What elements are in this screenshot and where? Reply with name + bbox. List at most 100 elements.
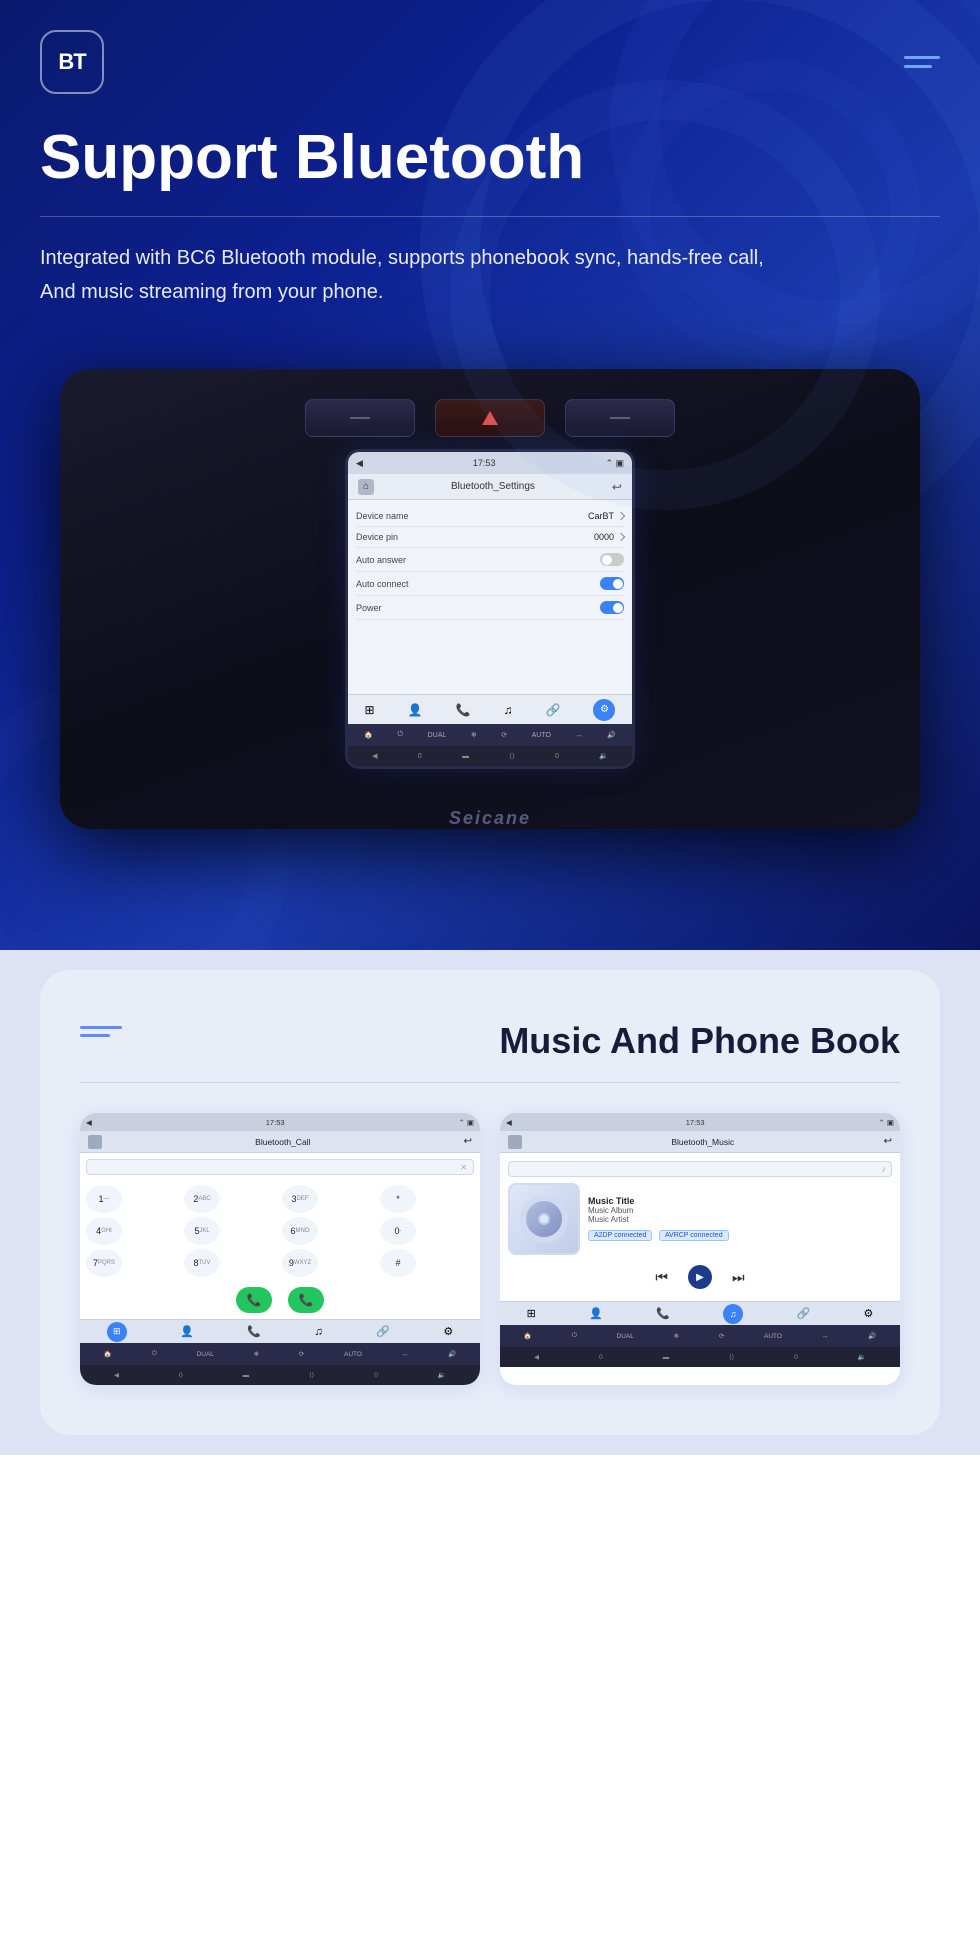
home-icon[interactable]: ⌂ bbox=[358, 479, 374, 495]
c-fan[interactable]: ❄ bbox=[254, 1350, 259, 1358]
key-4[interactable]: 4GHI bbox=[86, 1217, 122, 1245]
nav-settings-active[interactable]: ⚙ bbox=[593, 699, 615, 721]
ac-sync[interactable]: ↔ bbox=[575, 732, 582, 739]
call-ac-controls: ◀ 0 ▬ ⟨⟩ 0 🔉 bbox=[80, 1365, 480, 1385]
c-pwr[interactable]: ⏻ bbox=[152, 1350, 157, 1358]
music-nav: Bluetooth_Music ↩ bbox=[500, 1131, 900, 1153]
music-nav-phone[interactable]: 📞 bbox=[656, 1307, 670, 1320]
ac-mode[interactable]: ⟳ bbox=[501, 731, 507, 739]
auto-connect-toggle[interactable] bbox=[600, 577, 624, 590]
music-search-icon: ♪ bbox=[882, 1164, 887, 1174]
m-fan2[interactable]: ⟨⟩ bbox=[729, 1353, 734, 1361]
key-7[interactable]: 7PQRS bbox=[86, 1249, 122, 1277]
m-pwr[interactable]: ⏻ bbox=[572, 1332, 577, 1340]
key-hash[interactable]: # bbox=[380, 1249, 416, 1277]
c-fan2[interactable]: ⟨⟩ bbox=[309, 1371, 314, 1379]
key-2[interactable]: 2ABC bbox=[184, 1185, 220, 1213]
music-nav-music-active[interactable]: ♫ bbox=[723, 1304, 743, 1324]
device-pin-val[interactable]: 0000 bbox=[594, 532, 624, 542]
call-nav-grid-active[interactable]: ⊞ bbox=[107, 1322, 127, 1342]
ac-temp-l: 0 bbox=[418, 753, 422, 760]
call-input[interactable]: ✕ bbox=[86, 1159, 474, 1175]
nav-music-icon[interactable]: ♫ bbox=[503, 703, 512, 717]
c-home[interactable]: 🏠 bbox=[104, 1350, 112, 1358]
key-3[interactable]: 3DEF bbox=[282, 1185, 318, 1213]
c-mode[interactable]: ⟳ bbox=[299, 1350, 304, 1358]
call-clear-icon[interactable]: ✕ bbox=[460, 1163, 467, 1172]
key-6[interactable]: 6MNO bbox=[282, 1217, 318, 1245]
nav-phone-icon[interactable]: 📞 bbox=[456, 703, 471, 717]
m-fan[interactable]: ❄ bbox=[674, 1332, 679, 1340]
device-name-val[interactable]: CarBT bbox=[588, 511, 624, 521]
call-nav-phone[interactable]: 📞 bbox=[247, 1325, 261, 1338]
music-screen: ◀ 17:53 ⌃ ▣ Bluetooth_Music ↩ ♪ bbox=[500, 1113, 900, 1385]
call-keypad: 1— 2ABC 3DEF * 4GHI 5JKL 6MNO 0- 7PQRS 8… bbox=[80, 1181, 480, 1281]
music-home-icon[interactable] bbox=[508, 1135, 522, 1149]
c-vol[interactable]: 🔊 bbox=[448, 1350, 456, 1358]
m-back[interactable]: ◀ bbox=[534, 1353, 539, 1361]
music-nav-grid[interactable]: ⊞ bbox=[527, 1307, 536, 1320]
next-button[interactable]: ⏭ bbox=[732, 1269, 745, 1286]
c-sync[interactable]: ↔ bbox=[402, 1351, 409, 1358]
ac-fan-ctrl[interactable]: ⟨⟩ bbox=[509, 752, 514, 760]
c-back[interactable]: ◀ bbox=[114, 1371, 119, 1379]
key-9[interactable]: 9WXYZ bbox=[282, 1249, 318, 1277]
key-1[interactable]: 1— bbox=[86, 1185, 122, 1213]
m-sync[interactable]: ↔ bbox=[822, 1333, 829, 1340]
ac-slider[interactable]: ▬ bbox=[462, 753, 469, 760]
m-mode[interactable]: ⟳ bbox=[719, 1332, 724, 1340]
music-search-bar[interactable]: ♪ bbox=[508, 1161, 892, 1177]
music-screen-title: Bluetooth_Music bbox=[671, 1137, 734, 1147]
prev-button[interactable]: ⏮ bbox=[655, 1269, 668, 1286]
call-screen-title: Bluetooth_Call bbox=[255, 1137, 310, 1147]
call-back-icon[interactable]: ↩ bbox=[464, 1136, 472, 1147]
ac-vol[interactable]: 🔊 bbox=[607, 731, 616, 739]
nav-back[interactable]: ↩ bbox=[612, 480, 622, 494]
play-button[interactable]: ▶ bbox=[688, 1265, 712, 1289]
key-0[interactable]: 0- bbox=[380, 1217, 416, 1245]
screens-row: ◀ 17:53 ⌃ ▣ Bluetooth_Call ↩ ✕ 1— 2ABC 3… bbox=[80, 1113, 900, 1385]
section-menu-icon[interactable] bbox=[80, 1026, 122, 1037]
key-5[interactable]: 5JKL bbox=[184, 1217, 220, 1245]
call-status-bar: ◀ 17:53 ⌃ ▣ bbox=[80, 1113, 480, 1131]
ac-back[interactable]: ◀ bbox=[372, 752, 377, 760]
menu-line-1 bbox=[904, 56, 940, 59]
music-back-icon[interactable]: ↩ bbox=[884, 1136, 892, 1147]
m-slider[interactable]: ▬ bbox=[663, 1354, 670, 1361]
music-nav-link[interactable]: 🔗 bbox=[796, 1307, 810, 1320]
call-nav-person[interactable]: 👤 bbox=[180, 1325, 194, 1338]
ac-vol-ctrl[interactable]: 🔉 bbox=[599, 752, 608, 760]
hamburger-line-2 bbox=[80, 1034, 110, 1037]
music-player: Music Title Music Album Music Artist A2D… bbox=[508, 1183, 892, 1255]
power-row: Power bbox=[356, 596, 624, 620]
recall-button[interactable]: 📞 bbox=[288, 1287, 324, 1313]
auto-answer-toggle[interactable] bbox=[600, 553, 624, 566]
call-nav-link[interactable]: 🔗 bbox=[376, 1325, 390, 1338]
auto-connect-row: Auto connect bbox=[356, 572, 624, 596]
m-vol2[interactable]: 🔉 bbox=[858, 1353, 866, 1361]
call-nav-music[interactable]: ♫ bbox=[314, 1326, 322, 1338]
nav-person-icon[interactable]: 👤 bbox=[408, 703, 423, 717]
ac-fan[interactable]: ❄ bbox=[471, 731, 477, 739]
c-vol2[interactable]: 🔉 bbox=[438, 1371, 446, 1379]
power-toggle[interactable] bbox=[600, 601, 624, 614]
a2dp-badge: A2DP connected bbox=[588, 1230, 652, 1241]
m-home[interactable]: 🏠 bbox=[524, 1332, 532, 1340]
call-home-icon[interactable] bbox=[88, 1135, 102, 1149]
music-back-arrow: ◀ bbox=[506, 1118, 512, 1127]
call-bottom-nav: ⊞ 👤 📞 ♫ 🔗 ⚙ bbox=[80, 1319, 480, 1343]
music-nav-person[interactable]: 👤 bbox=[589, 1307, 603, 1320]
key-8[interactable]: 8TUV bbox=[184, 1249, 220, 1277]
m-vol[interactable]: 🔊 bbox=[868, 1332, 876, 1340]
nav-grid-icon[interactable]: ⊞ bbox=[365, 703, 375, 717]
music-nav-settings[interactable]: ⚙ bbox=[863, 1307, 873, 1320]
menu-button[interactable] bbox=[904, 56, 940, 68]
call-nav-settings[interactable]: ⚙ bbox=[443, 1325, 453, 1338]
nav-link-icon[interactable]: 🔗 bbox=[545, 703, 560, 717]
key-star[interactable]: * bbox=[380, 1185, 416, 1213]
ac-home[interactable]: 🏠 bbox=[364, 731, 373, 739]
ac-power[interactable]: ⏻ bbox=[398, 731, 404, 739]
c-slider[interactable]: ▬ bbox=[243, 1372, 250, 1379]
answer-button[interactable]: 📞 bbox=[236, 1287, 272, 1313]
avrcp-badge: AVRCP connected bbox=[659, 1230, 729, 1241]
